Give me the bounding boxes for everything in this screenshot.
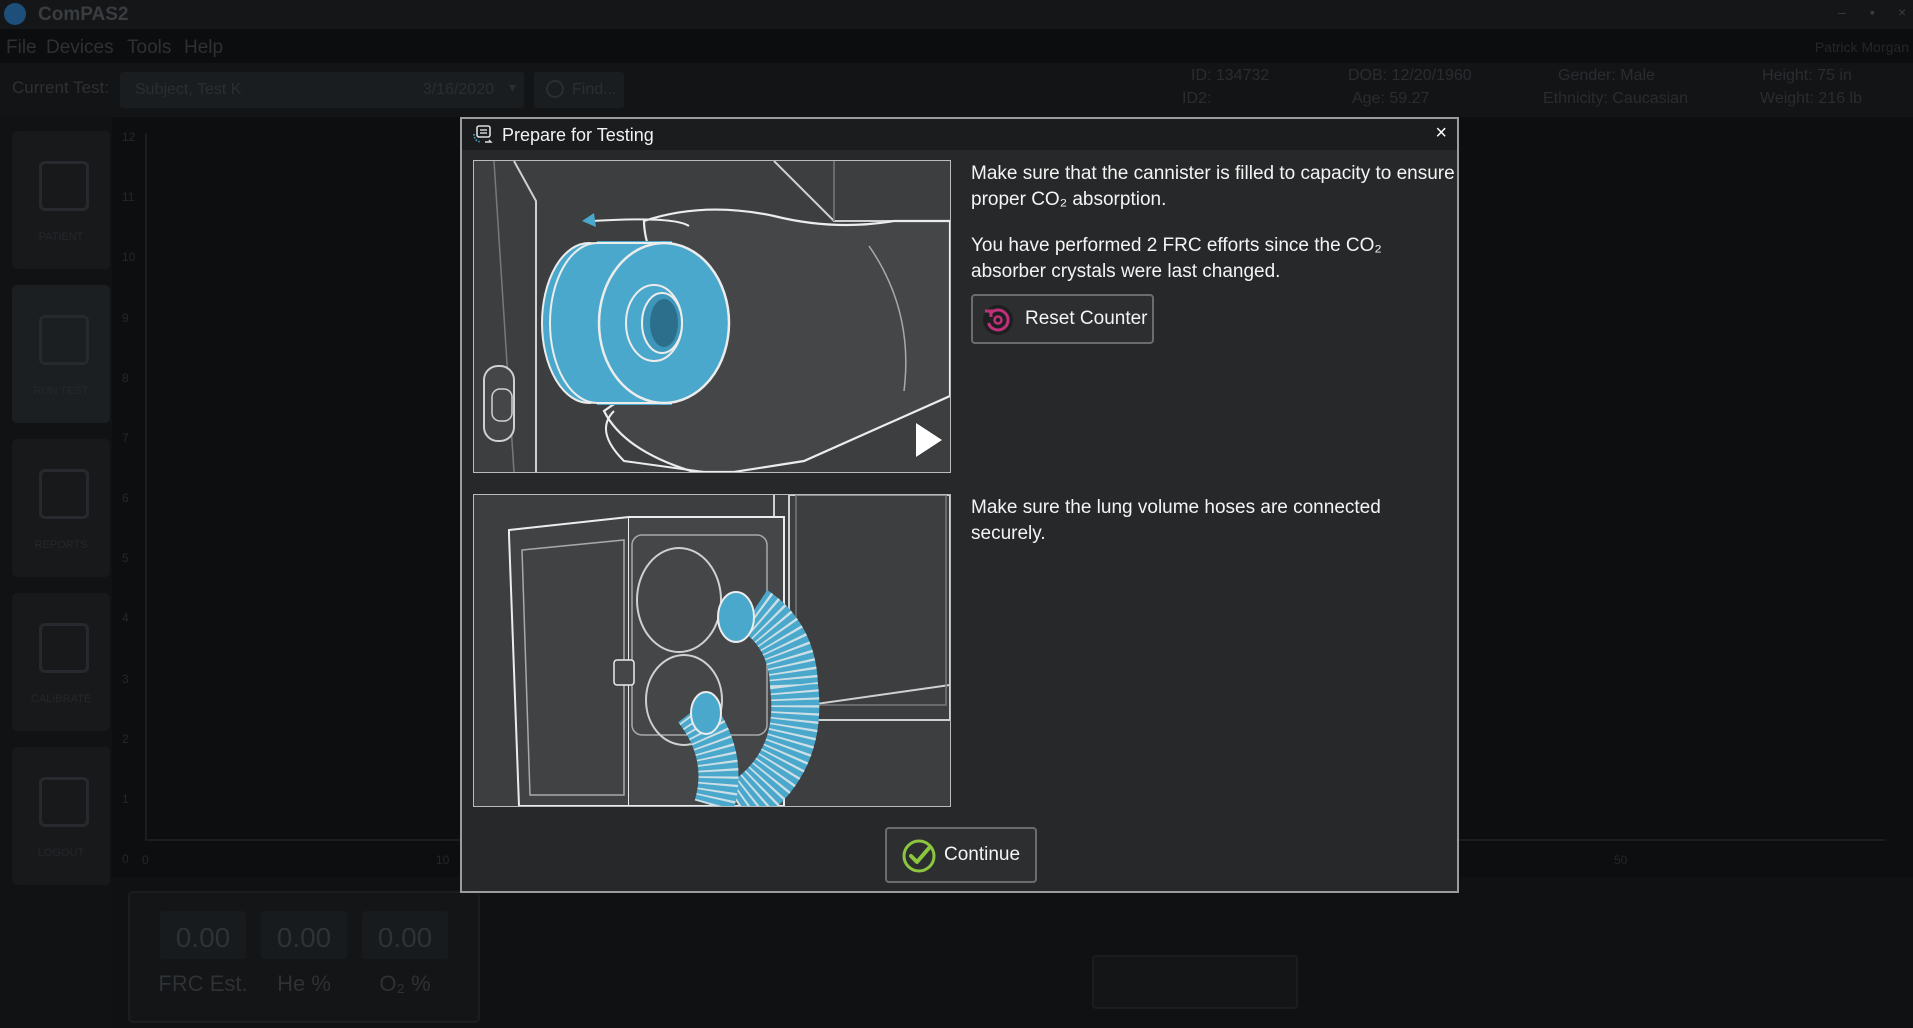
canister-fill-message: Make sure that the cannister is filled t… [971,163,1455,210]
nav-run-test[interactable]: RUN TEST [12,285,110,423]
o2-label: O₂ % [379,971,431,996]
patient-age: Age: 59.27 [1352,90,1430,107]
current-test-date: 3/16/2020 [422,81,494,98]
test-bar: Current Test: Subject, Test K 3/16/2020 … [0,63,1913,117]
close-window-button[interactable]: × [1898,4,1906,20]
y-tick: 7 [122,430,129,445]
run-test-icon [473,125,493,143]
run-test-icon [39,315,89,365]
patient-ethnicity: Ethnicity: Caucasian [1543,90,1688,107]
continue-button[interactable]: Continue [885,827,1037,883]
reset-counter-button[interactable]: Reset Counter [971,294,1154,344]
frc-est-label: FRC Est. [158,971,248,996]
x-tick: 0 [142,853,149,867]
nav-reports-label: REPORTS [34,539,88,551]
x-tick: 10 [436,853,450,867]
start-test-button[interactable] [1092,955,1298,1009]
nav-calibrate[interactable]: CALIBRATE [12,593,110,731]
patient-weight: Weight: 216 lb [1760,90,1862,107]
current-test-value: Subject, Test K [135,81,242,98]
current-test-label: Current Test: [12,78,110,97]
calibrate-icon [39,623,89,673]
logout-icon [39,777,89,827]
find-label: Find... [572,81,617,98]
checkmark-icon [902,839,936,873]
nav-logout-label: LOGOUT [37,847,85,859]
menu-devices[interactable]: Devices [46,37,114,59]
left-nav: PATIENT RUN TEST REPORTS CALIBRATE LOGOU… [0,117,112,1028]
maximize-button[interactable]: ▪ [1870,4,1875,20]
patient-id2: ID2: [1182,90,1212,107]
y-tick: 2 [122,731,129,746]
current-user: Patrick Morgan [1814,39,1909,55]
menu-file[interactable]: File [6,37,37,59]
reset-counter-label: Reset Counter [1025,308,1148,329]
he-value: 0.00 [276,922,332,953]
canister-illustration[interactable] [473,160,951,473]
hoses-illustration [473,494,951,807]
find-button[interactable]: Find... [534,72,624,108]
nav-run-test-label: RUN TEST [33,385,89,397]
nav-calibrate-label: CALIBRATE [30,693,92,705]
y-tick: 10 [122,250,136,265]
nav-patient[interactable]: PATIENT [12,131,110,269]
dialog-title: Prepare for Testing [502,125,654,145]
y-tick: 3 [122,671,129,686]
y-tick: 1 [122,791,129,806]
y-tick: 0 [122,852,129,866]
o2-value: 0.00 [377,922,433,953]
y-tick: 11 [122,190,135,205]
patient-id: ID: 134732 [1191,67,1270,84]
search-icon [546,80,564,98]
minimize-button[interactable]: – [1838,4,1846,20]
patient-gender: Gender: Male [1558,67,1655,84]
patients-icon [39,161,89,211]
patient-height: Height: 75 in [1762,67,1852,84]
efforts-count-message: You have performed 2 FRC efforts since t… [971,235,1382,282]
y-tick: 5 [122,551,129,566]
patient-dob: DOB: 12/20/1960 [1348,67,1472,84]
app-logo-icon [4,3,26,25]
title-bar: ComPAS2 – ▪ × [0,0,1913,29]
continue-label: Continue [944,844,1021,865]
prepare-for-testing-dialog: Prepare for Testing × Make sure that the… [460,117,1459,893]
he-box: 0.00 [261,911,347,959]
menu-help[interactable]: Help [184,37,223,59]
nav-patient-label: PATIENT [38,231,84,243]
current-test-select[interactable]: Subject, Test K 3/16/2020 ▾ [120,72,524,108]
chevron-down-icon: ▾ [508,79,516,95]
frc-est-box: 0.00 [160,911,246,959]
readouts-panel: 0.00 0.00 0.00 FRC Est. He % O₂ % [128,891,480,1023]
he-label: He % [277,971,331,996]
y-tick: 8 [122,370,129,385]
o2-box: 0.00 [362,911,448,959]
frc-est-value: 0.00 [175,922,231,953]
hoses-message: Make sure the lung volume hoses are conn… [971,497,1381,544]
y-tick: 6 [122,491,129,505]
nav-reports[interactable]: REPORTS [12,439,110,577]
reset-icon [983,305,1013,335]
menu-bar: File Devices Tools Help Patrick Morgan [0,29,1913,63]
dialog-close-button[interactable]: × [1435,122,1447,145]
reports-icon [39,469,89,519]
app-title: ComPAS2 [38,4,129,25]
nav-logout[interactable]: LOGOUT [12,747,110,885]
x-tick: 50 [1614,853,1628,867]
y-tick: 12 [122,130,136,144]
y-tick: 9 [122,310,129,325]
y-tick: 4 [122,611,129,626]
chart-y-axis [145,133,147,839]
dialog-header: Prepare for Testing × [462,119,1457,150]
menu-tools[interactable]: Tools [127,37,171,59]
